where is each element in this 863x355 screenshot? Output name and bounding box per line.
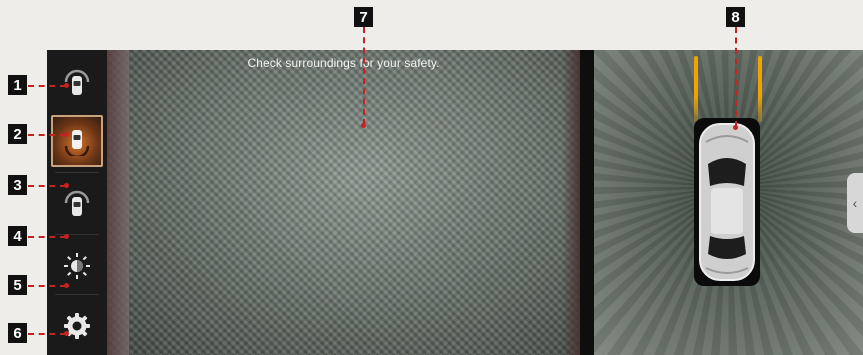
settings-button[interactable] [51, 300, 103, 352]
callout-dot [64, 183, 69, 188]
callout-1: 1 [8, 75, 27, 95]
callout-dot [64, 234, 69, 239]
vehicle-top-icon [699, 123, 755, 281]
callout-dot [361, 123, 366, 128]
callout-8: 8 [726, 7, 745, 27]
chevron-left-icon: ‹ [852, 195, 858, 211]
callout-dot [64, 283, 69, 288]
callout-line [735, 27, 737, 127]
expand-tab[interactable]: ‹ [847, 173, 863, 233]
guide-line-right [758, 56, 762, 122]
callout-line [28, 333, 66, 335]
camera-edge [107, 50, 129, 355]
gear-icon [64, 313, 90, 339]
sidebar-divider [55, 234, 99, 235]
rear-camera-view: Check surroundings for your safety. [107, 50, 580, 355]
camera-edge [562, 50, 580, 355]
callout-dot [64, 83, 69, 88]
top-view: ‹ [594, 50, 863, 355]
view-mode-sidebar [47, 50, 107, 355]
callout-6: 6 [8, 323, 27, 343]
callout-4: 4 [8, 226, 27, 246]
brightness-icon [64, 253, 90, 279]
callout-line [28, 134, 66, 136]
rear-camera-view-icon [64, 190, 90, 216]
callout-line [28, 236, 66, 238]
rear-camera-view-icon [64, 130, 90, 156]
view-mode-button-2[interactable] [51, 115, 103, 167]
callout-2: 2 [8, 124, 27, 144]
callout-line [28, 85, 66, 87]
view-divider [580, 50, 594, 355]
callout-dot [733, 125, 738, 130]
sidebar-divider [55, 172, 99, 173]
callout-dot [64, 132, 69, 137]
view-mode-button-1[interactable] [51, 57, 103, 109]
callout-line [363, 27, 365, 125]
safety-message: Check surroundings for your safety. [247, 56, 440, 70]
callout-3: 3 [8, 175, 27, 195]
callout-7: 7 [354, 7, 373, 27]
guide-line-left [694, 56, 698, 122]
sidebar-divider [55, 294, 99, 295]
callout-5: 5 [8, 275, 27, 295]
callout-line [28, 285, 66, 287]
callout-dot [64, 331, 69, 336]
callout-line [28, 185, 66, 187]
svm-screen: Check surroundings for your safety. ‹ [47, 50, 863, 355]
